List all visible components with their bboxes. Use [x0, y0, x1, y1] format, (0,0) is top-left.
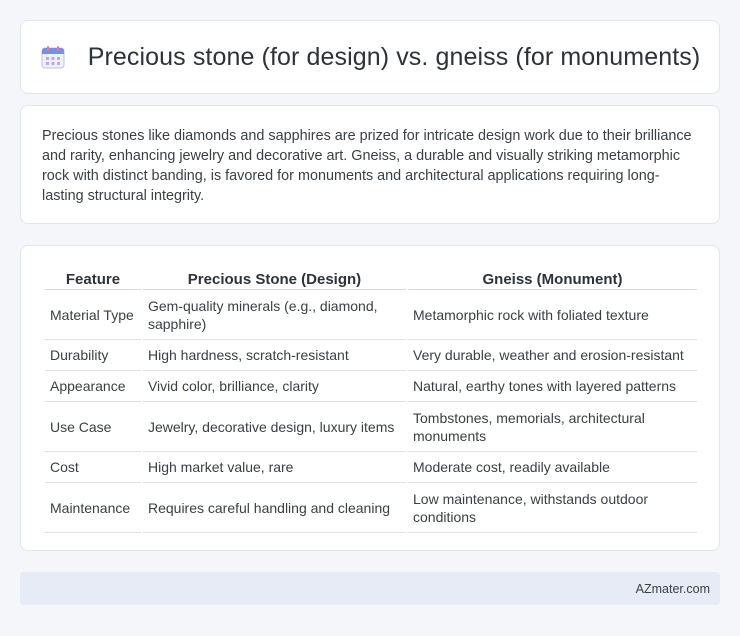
- description-text: Precious stones like diamonds and sapphi…: [42, 128, 692, 204]
- description-card: Precious stones like diamonds and sapphi…: [20, 105, 720, 224]
- table-cell: Appearance: [45, 371, 141, 402]
- table-cell: High market value, rare: [142, 452, 406, 483]
- table-cell: Tombstones, memorials, architectural mon…: [408, 402, 697, 452]
- table-row: Use Case Jewelry, decorative design, lux…: [45, 402, 697, 452]
- page-title: Precious stone (for design) vs. gneiss (…: [87, 42, 701, 71]
- table-cell: Moderate cost, readily available: [408, 452, 697, 483]
- table-cell: Maintenance: [45, 483, 141, 533]
- column-header-precious-stone: Precious Stone (Design): [142, 264, 406, 290]
- table-cell: Jewelry, decorative design, luxury items: [142, 402, 406, 452]
- table-cell: Natural, earthy tones with layered patte…: [408, 371, 697, 402]
- table-cell: High hardness, scratch-resistant: [142, 340, 406, 371]
- table-row: Durability High hardness, scratch-resist…: [45, 340, 697, 371]
- column-header-gneiss: Gneiss (Monument): [408, 264, 697, 290]
- table-cell: Use Case: [45, 402, 141, 452]
- comparison-table: Feature Precious Stone (Design) Gneiss (…: [43, 264, 699, 533]
- title-card: Precious stone (for design) vs. gneiss (…: [20, 20, 720, 94]
- table-cell: Metamorphic rock with foliated texture: [408, 290, 697, 340]
- table-cell: Low maintenance, withstands outdoor cond…: [408, 483, 697, 533]
- table-cell: Cost: [45, 452, 141, 483]
- table-row: Maintenance Requires careful handling an…: [45, 483, 697, 533]
- table-row: Cost High market value, rare Moderate co…: [45, 452, 697, 483]
- table-row: Material Type Gem-quality minerals (e.g.…: [45, 290, 697, 340]
- table-cell: Vivid color, brilliance, clarity: [142, 371, 406, 402]
- comparison-table-card: Feature Precious Stone (Design) Gneiss (…: [20, 245, 720, 551]
- table-cell: Very durable, weather and erosion-resist…: [408, 340, 697, 371]
- table-header-row: Feature Precious Stone (Design) Gneiss (…: [45, 264, 697, 290]
- table-cell: Gem-quality minerals (e.g., diamond, sap…: [142, 290, 406, 340]
- table-cell: Requires careful handling and cleaning: [142, 483, 406, 533]
- footer-bar: AZmater.com: [20, 572, 720, 605]
- calendar-icon: [40, 44, 66, 70]
- title-row: Precious stone (for design) vs. gneiss (…: [40, 43, 701, 72]
- footer-site-name: AZmater.com: [635, 581, 710, 596]
- table-cell: Durability: [45, 340, 141, 371]
- table-cell: Material Type: [45, 290, 141, 340]
- column-header-feature: Feature: [45, 264, 141, 290]
- table-row: Appearance Vivid color, brilliance, clar…: [45, 371, 697, 402]
